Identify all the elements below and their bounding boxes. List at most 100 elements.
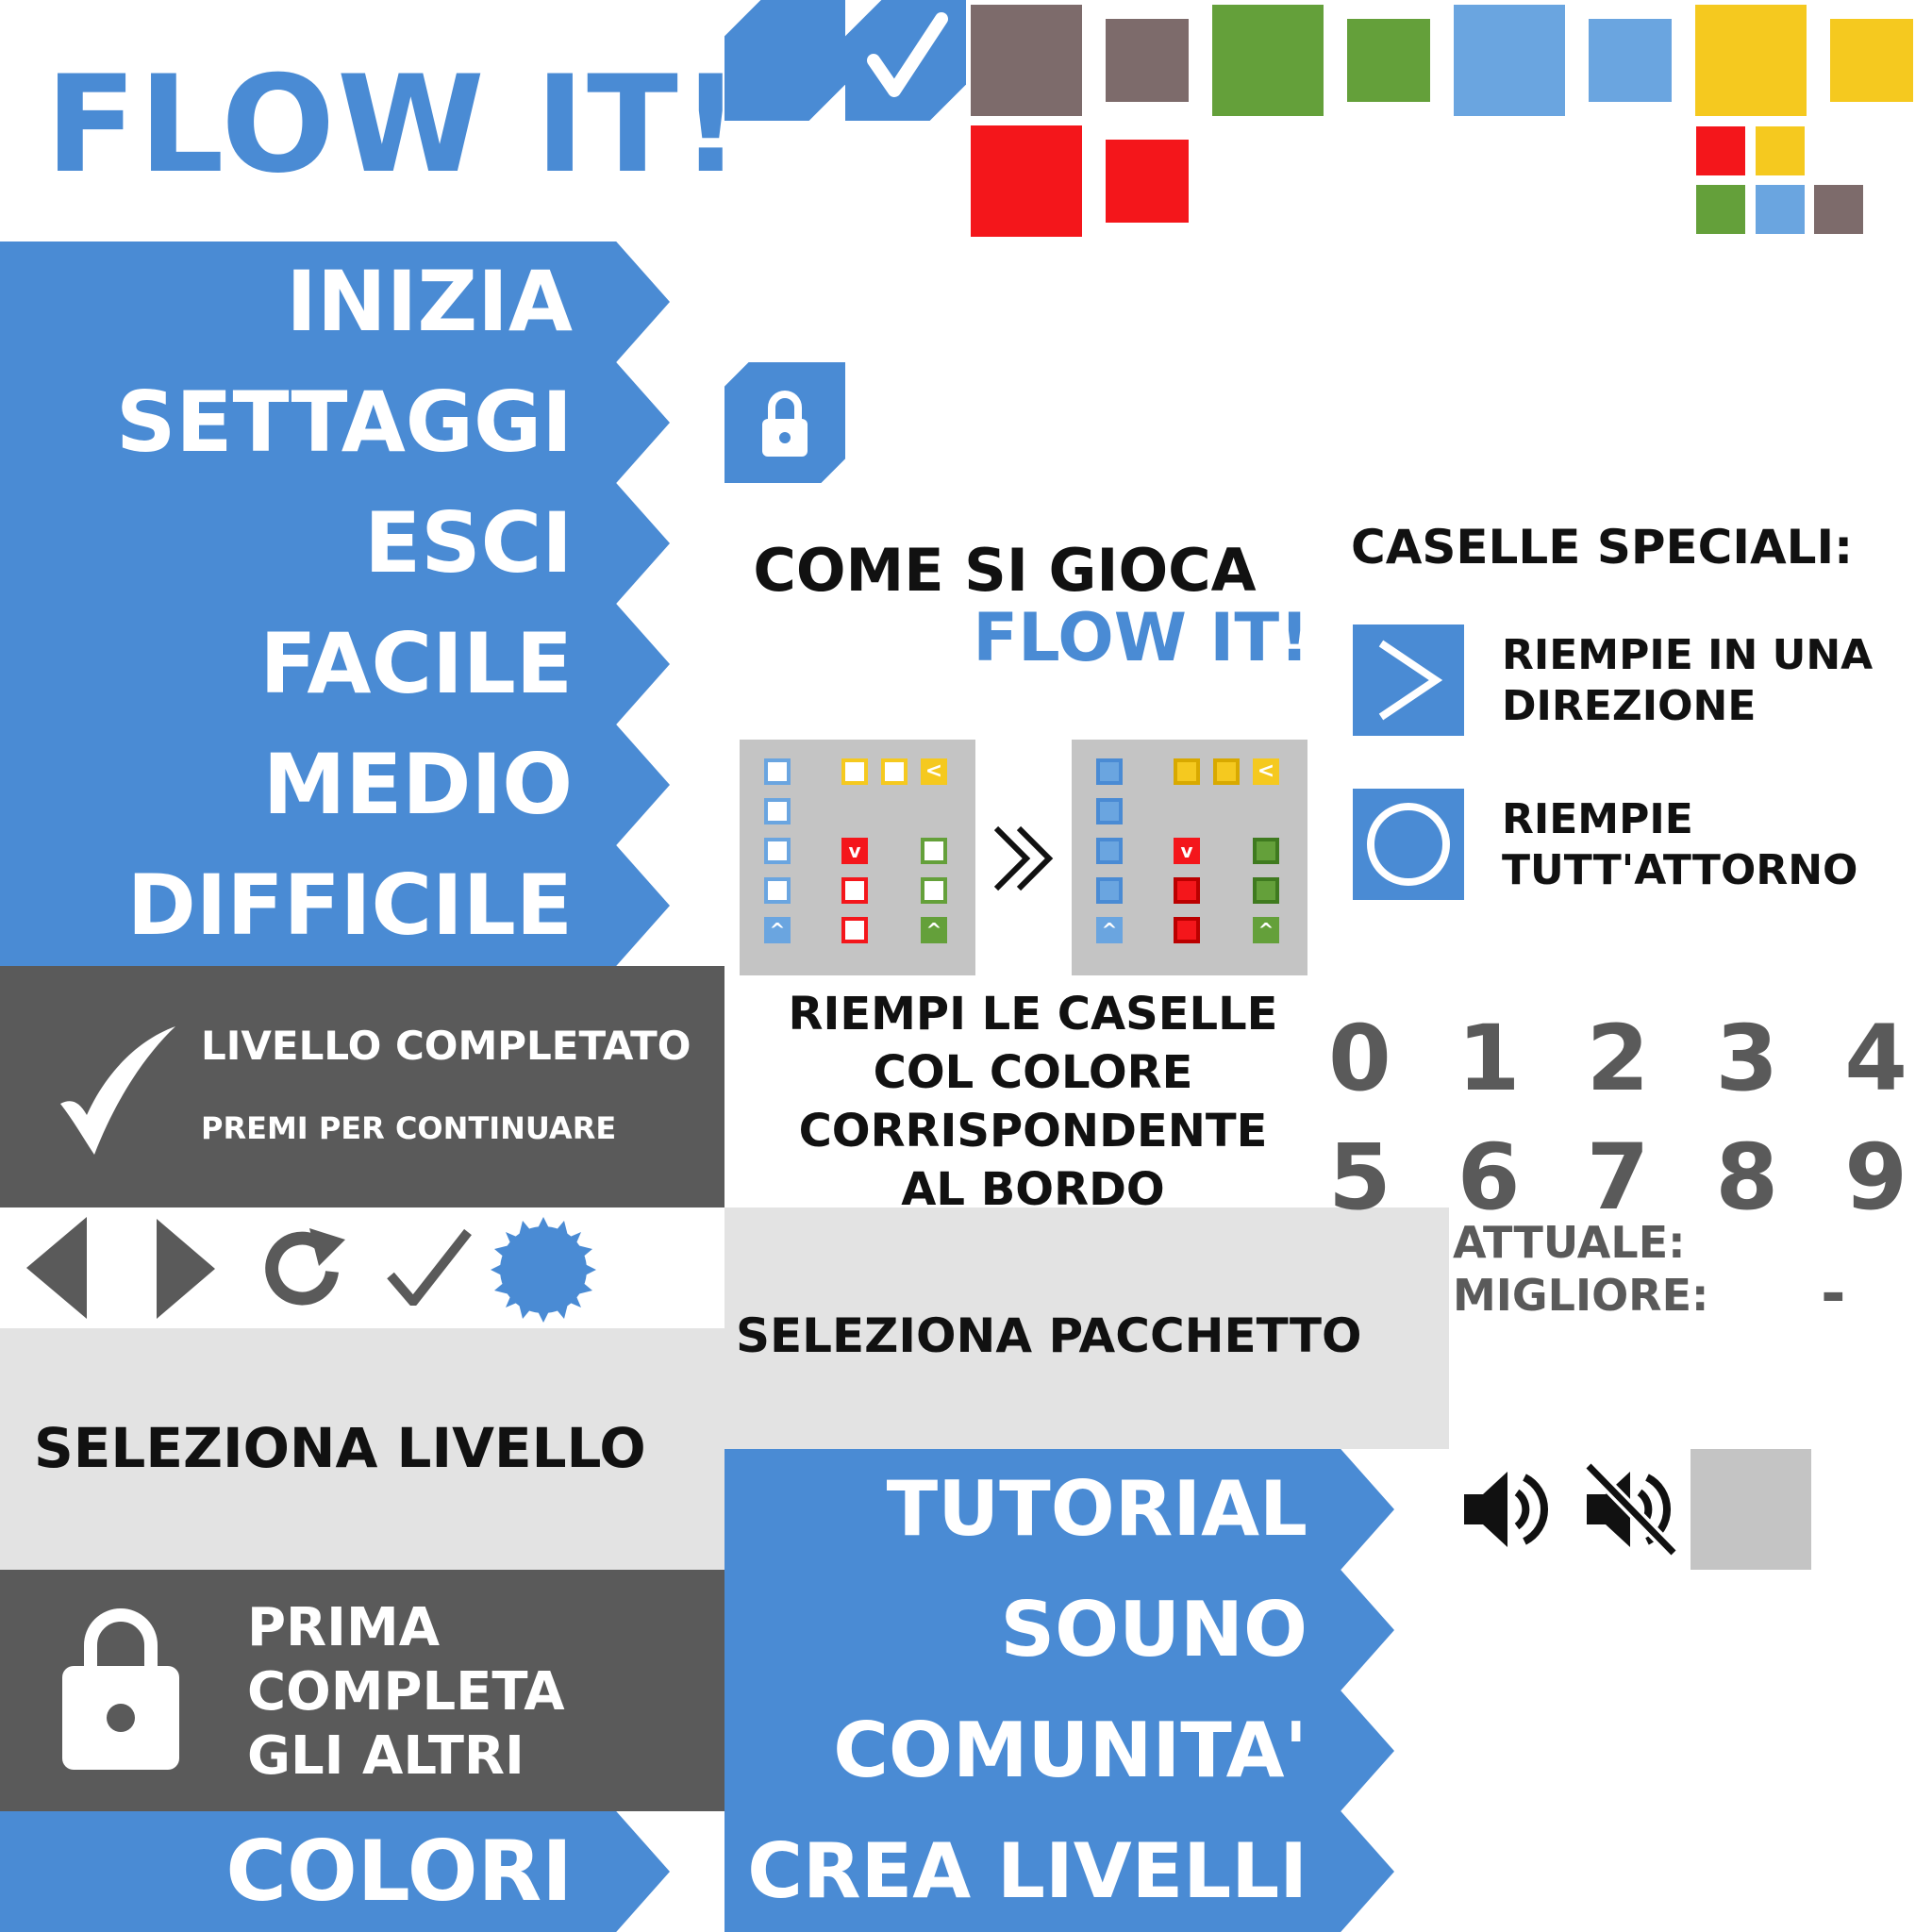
tutorial-instructions: RIEMPI LE CASELLE COL COLORE CORRISPONDE…: [745, 985, 1321, 1219]
menu-inizia-label: INIZIA: [286, 253, 573, 350]
cell-empty-yellow: [841, 758, 868, 785]
menu-colori-label: COLORI: [225, 1823, 573, 1920]
digit: 1: [1457, 1006, 1521, 1111]
digit: 6: [1457, 1124, 1521, 1230]
play-right-icon[interactable]: [155, 1217, 217, 1321]
select-pack-label: SELEZIONA PACCHETTO: [736, 1308, 1362, 1363]
score-best-value: -: [1821, 1259, 1846, 1329]
cell-filled-green: [1253, 877, 1279, 904]
select-level-label: SELEZIONA LIVELLO: [34, 1416, 646, 1480]
cell-filled-blue: [1096, 758, 1123, 785]
digit: 2: [1586, 1006, 1650, 1111]
menu-settaggi-button[interactable]: SETTAGGI: [0, 362, 670, 483]
tutorial-board-before: ^ < v ^: [740, 740, 975, 975]
menu-colori-button[interactable]: COLORI: [0, 1811, 670, 1932]
menu-comunita-button[interactable]: COMUNITA': [724, 1690, 1394, 1811]
swatch-lightblue-small: [1589, 19, 1672, 102]
menu-difficile-button[interactable]: DIFFICILE: [0, 845, 670, 966]
menu-medio-label: MEDIO: [262, 736, 573, 833]
special-around-text: RIEMPIE TUTT'ATTORNO: [1502, 794, 1857, 896]
menu-esci-label: ESCI: [364, 494, 573, 591]
play-left-icon[interactable]: [25, 1215, 89, 1321]
cell-source-red-down: v: [1174, 838, 1200, 864]
menu-souno-button[interactable]: SOUNO: [724, 1570, 1394, 1690]
cell-filled-red: [1174, 877, 1200, 904]
cell-empty-yellow: [881, 758, 908, 785]
cell-source-yellow-left: <: [921, 758, 947, 785]
cell-filled-yellow: [1174, 758, 1200, 785]
swatch-green-large: [1212, 5, 1324, 116]
badge-icon[interactable]: [487, 1213, 600, 1326]
menu-facile-button[interactable]: FACILE: [0, 604, 670, 724]
score-current-label: ATTUALE:: [1453, 1217, 1686, 1268]
digit: 9: [1844, 1124, 1907, 1230]
special-direction-text: RIEMPIE IN UNA DIREZIONE: [1502, 630, 1873, 732]
score-best-label: MIGLIORE:: [1453, 1270, 1709, 1321]
lock-icon: [62, 1608, 179, 1770]
cell-source-red-down: v: [841, 838, 868, 864]
menu-esci-button[interactable]: ESCI: [0, 483, 670, 604]
menu-crea-livelli-label: CREA LIVELLI: [747, 1827, 1307, 1915]
swatch-lightblue-large: [1454, 5, 1565, 116]
locked-line: GLI ALTRI: [247, 1725, 525, 1787]
cell-empty-blue: [764, 758, 791, 785]
check-icon: [867, 12, 948, 97]
swatch-red-small: [1106, 140, 1189, 223]
cell-filled-yellow: [1213, 758, 1240, 785]
cell-source-yellow-left: <: [1253, 758, 1279, 785]
level-complete-panel[interactable]: LIVELLO COMPLETATO PREMI PER CONTINUARE: [0, 966, 724, 1208]
select-pack-banner[interactable]: SELEZIONA PACCHETTO: [724, 1208, 1449, 1449]
digit: 0: [1328, 1006, 1391, 1111]
lock-icon: [762, 391, 808, 457]
locked-tile: [724, 362, 845, 483]
menu-tutorial-button[interactable]: TUTORIAL: [724, 1449, 1394, 1570]
digit: 5: [1328, 1124, 1391, 1230]
select-level-banner[interactable]: SELEZIONA LIVELLO: [0, 1328, 724, 1570]
grey-placeholder-tile: [1690, 1449, 1811, 1570]
cell-source-green-up: ^: [1253, 917, 1279, 943]
blue-tile-check: [845, 0, 966, 121]
digit: 8: [1715, 1124, 1779, 1230]
digits-row-1: 0 1 2 3 4: [1328, 1009, 1907, 1108]
swatch-brown-large: [971, 5, 1082, 116]
tutorial-board-after: ^ < v ^: [1072, 740, 1307, 975]
swatch-green-small: [1347, 19, 1430, 102]
menu-inizia-button[interactable]: INIZIA: [0, 242, 670, 362]
refresh-icon[interactable]: [257, 1223, 351, 1317]
cell-filled-blue: [1096, 877, 1123, 904]
tutorial-line: RIEMPI LE CASELLE: [788, 988, 1278, 1041]
cell-empty-blue: [764, 838, 791, 864]
menu-souno-label: SOUNO: [1000, 1586, 1307, 1674]
cell-filled-blue: [1096, 838, 1123, 864]
mini-yellow: [1756, 126, 1805, 175]
blue-tile-empty: [724, 0, 845, 121]
app-title: FLOW IT!: [45, 47, 743, 203]
speaker-off-icon[interactable]: [1581, 1460, 1679, 1558]
cell-empty-blue: [764, 798, 791, 824]
check-icon: [60, 1026, 175, 1155]
speaker-on-icon[interactable]: [1458, 1460, 1557, 1558]
cell-empty-red: [841, 877, 868, 904]
swatch-yellow-large: [1695, 5, 1807, 116]
cell-filled-green: [1253, 838, 1279, 864]
mini-red: [1696, 126, 1745, 175]
menu-difficile-label: DIFFICILE: [126, 857, 573, 954]
cell-empty-blue: [764, 877, 791, 904]
cell-empty-red: [841, 917, 868, 943]
locked-line: PRIMA: [247, 1597, 441, 1658]
cell-filled-red: [1174, 917, 1200, 943]
tutorial-heading: COME SI GIOCA: [753, 536, 1257, 605]
level-complete-title: LIVELLO COMPLETATO: [201, 1023, 691, 1069]
mini-green: [1696, 185, 1745, 234]
locked-level-panel: PRIMA COMPLETA GLI ALTRI: [0, 1570, 724, 1811]
swatch-red-large: [971, 125, 1082, 237]
menu-facile-label: FACILE: [259, 615, 573, 712]
check-icon[interactable]: [385, 1226, 472, 1306]
locked-line: COMPLETA: [247, 1661, 565, 1723]
menu-medio-button[interactable]: MEDIO: [0, 724, 670, 845]
digit: 4: [1844, 1006, 1907, 1111]
cell-empty-green: [921, 838, 947, 864]
circle-icon: [1367, 803, 1450, 886]
menu-crea-livelli-button[interactable]: CREA LIVELLI: [724, 1811, 1394, 1932]
tutorial-brand: FLOW IT!: [973, 599, 1309, 676]
